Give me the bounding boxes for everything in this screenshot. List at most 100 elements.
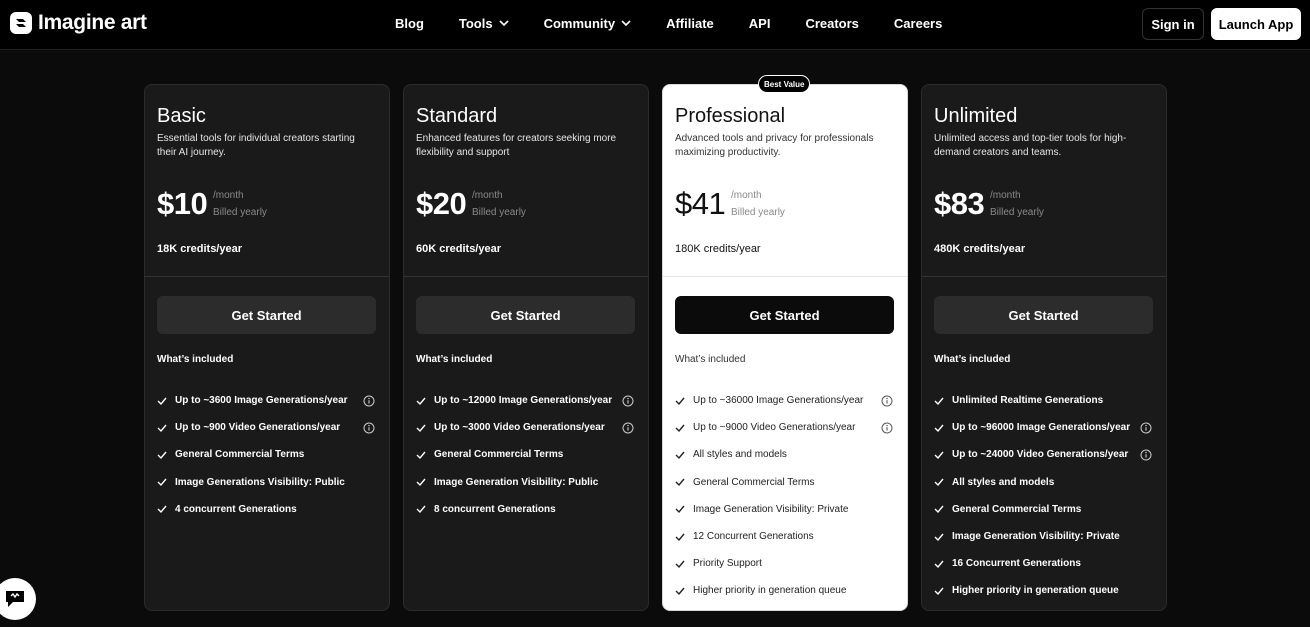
included-heading: What’s included bbox=[157, 354, 234, 365]
check-icon bbox=[675, 451, 685, 460]
feature-list: Unlimited Realtime Generations Up to ~96… bbox=[934, 387, 1158, 605]
plan-summary: Unlimited Unlimited access and top-tier … bbox=[922, 85, 1166, 277]
feature-item: Priority Support bbox=[675, 550, 899, 577]
included-heading: What’s included bbox=[934, 354, 1011, 365]
feature-list: Up to ~12000 Image Generations/year Up t… bbox=[416, 387, 640, 523]
nav-blog[interactable]: Blog bbox=[395, 15, 424, 31]
check-icon bbox=[934, 424, 944, 432]
plan-card-professional: Best Value Professional Advanced tools a… bbox=[662, 75, 908, 611]
chat-widget-button[interactable] bbox=[0, 578, 36, 620]
nav-community-label: Community bbox=[543, 15, 616, 31]
feature-text: Up to ~36000 Image Generations/year bbox=[693, 395, 864, 407]
get-started-button[interactable]: Get Started bbox=[416, 296, 635, 334]
get-started-button[interactable]: Get Started bbox=[675, 296, 894, 334]
nav-blog-label: Blog bbox=[395, 15, 424, 31]
feature-text: General Commercial Terms bbox=[434, 449, 564, 461]
feature-item: Up to ~3000 Video Generations/year bbox=[416, 414, 640, 441]
check-icon bbox=[934, 533, 944, 541]
imagine-logo-icon bbox=[10, 12, 32, 34]
brand-logo[interactable]: Imagine art bbox=[10, 11, 147, 35]
feature-text: Image Generation Visibility: Public bbox=[434, 476, 599, 488]
nav-affiliate[interactable]: Affiliate bbox=[666, 15, 714, 31]
feature-item: Up to ~96000 Image Generations/year bbox=[934, 414, 1158, 441]
included-heading: What’s included bbox=[416, 354, 493, 365]
check-icon bbox=[934, 587, 944, 595]
feature-item: Image Generations Visibility: Public bbox=[157, 469, 381, 496]
feature-item: Up to ~24000 Video Generations/year bbox=[934, 441, 1158, 468]
feature-text: Up to ~3600 Image Generations/year bbox=[175, 395, 348, 407]
feature-list: Up to ~3600 Image Generations/year Up to… bbox=[157, 387, 381, 523]
feature-item: Up to ~900 Video Generations/year bbox=[157, 414, 381, 441]
check-icon bbox=[157, 397, 167, 405]
nav-careers[interactable]: Careers bbox=[894, 15, 942, 31]
plan-credits: 480K credits/year bbox=[934, 243, 1026, 255]
chevron-down-icon bbox=[621, 20, 631, 27]
price-period: /month bbox=[213, 190, 244, 201]
get-started-button[interactable]: Get Started bbox=[157, 296, 376, 334]
plan-credits: 18K credits/year bbox=[157, 243, 242, 255]
chevron-down-icon bbox=[499, 20, 509, 27]
feature-text: 8 concurrent Generations bbox=[434, 503, 556, 515]
feature-item: Image Generation Visibility: Public bbox=[416, 469, 640, 496]
feature-item: 4 concurrent Generations bbox=[157, 496, 381, 523]
nav-creators[interactable]: Creators bbox=[805, 15, 858, 31]
plan-price: $41 bbox=[675, 186, 726, 221]
feature-text: General Commercial Terms bbox=[175, 449, 305, 461]
check-icon bbox=[934, 451, 944, 460]
nav-community[interactable]: Community bbox=[544, 15, 632, 31]
feature-item: All styles and models bbox=[934, 469, 1158, 496]
info-icon[interactable] bbox=[622, 395, 634, 407]
check-icon bbox=[157, 424, 167, 432]
info-icon[interactable] bbox=[622, 422, 634, 434]
feature-item: General Commercial Terms bbox=[934, 496, 1158, 523]
feature-item: Image Generation Visibility: Private bbox=[934, 523, 1158, 550]
info-icon[interactable] bbox=[363, 422, 375, 434]
feature-text: Up to ~24000 Video Generations/year bbox=[952, 449, 1129, 461]
feature-text: 4 concurrent Generations bbox=[175, 503, 297, 515]
check-icon bbox=[416, 505, 426, 514]
price-period: /month bbox=[731, 190, 762, 201]
sign-in-button[interactable]: Sign in bbox=[1142, 8, 1204, 40]
info-icon[interactable] bbox=[881, 422, 893, 434]
plan-name: Basic bbox=[157, 105, 206, 127]
nav-api-label: API bbox=[748, 15, 771, 31]
feature-item: All styles and models bbox=[675, 441, 899, 468]
check-icon bbox=[157, 478, 167, 487]
check-icon bbox=[416, 424, 426, 432]
feature-item: Up to ~12000 Image Generations/year bbox=[416, 387, 640, 414]
info-icon[interactable] bbox=[1140, 422, 1152, 434]
get-started-button[interactable]: Get Started bbox=[934, 296, 1153, 334]
feature-item: 12 Concurrent Generations bbox=[675, 523, 899, 550]
feature-text: Higher priority in generation queue bbox=[952, 585, 1119, 597]
feature-item: Unlimited Realtime Generations bbox=[934, 387, 1158, 414]
feature-text: General Commercial Terms bbox=[693, 476, 815, 488]
check-icon bbox=[675, 397, 685, 405]
info-icon[interactable] bbox=[1140, 449, 1152, 461]
plan-card-unlimited: Unlimited Unlimited access and top-tier … bbox=[921, 84, 1167, 611]
billing-note: Billed yearly bbox=[731, 207, 785, 218]
nav-creators-label: Creators bbox=[805, 15, 859, 31]
feature-text: Priority Support bbox=[693, 558, 762, 570]
plan-summary: Standard Enhanced features for creators … bbox=[404, 85, 648, 277]
feature-item: 8 concurrent Generations bbox=[416, 496, 640, 523]
plan-description: Unlimited access and top-tier tools for … bbox=[934, 133, 1127, 158]
feature-text: Up to ~3000 Video Generations/year bbox=[434, 422, 605, 434]
billing-note: Billed yearly bbox=[472, 207, 526, 218]
check-icon bbox=[675, 533, 685, 541]
feature-text: Up to ~900 Video Generations/year bbox=[175, 422, 341, 434]
feature-text: Image Generation Visibility: Private bbox=[952, 531, 1120, 543]
plan-card-basic: Basic Essential tools for individual cre… bbox=[144, 84, 390, 611]
feature-text: Higher priority in generation queue bbox=[693, 585, 847, 597]
nav-tools[interactable]: Tools bbox=[459, 15, 509, 31]
nav-api[interactable]: API bbox=[749, 15, 771, 31]
info-icon[interactable] bbox=[881, 395, 893, 407]
feature-item: Higher priority in generation queue bbox=[934, 577, 1158, 604]
plan-name: Standard bbox=[416, 105, 498, 127]
launch-app-button[interactable]: Launch App bbox=[1211, 8, 1301, 40]
info-icon[interactable] bbox=[363, 395, 375, 407]
check-icon bbox=[416, 397, 426, 405]
check-icon bbox=[675, 424, 685, 432]
feature-item: General Commercial Terms bbox=[675, 469, 899, 496]
feature-item: Up to ~36000 Image Generations/year bbox=[675, 387, 899, 414]
feature-text: Image Generation Visibility: Private bbox=[693, 503, 849, 515]
